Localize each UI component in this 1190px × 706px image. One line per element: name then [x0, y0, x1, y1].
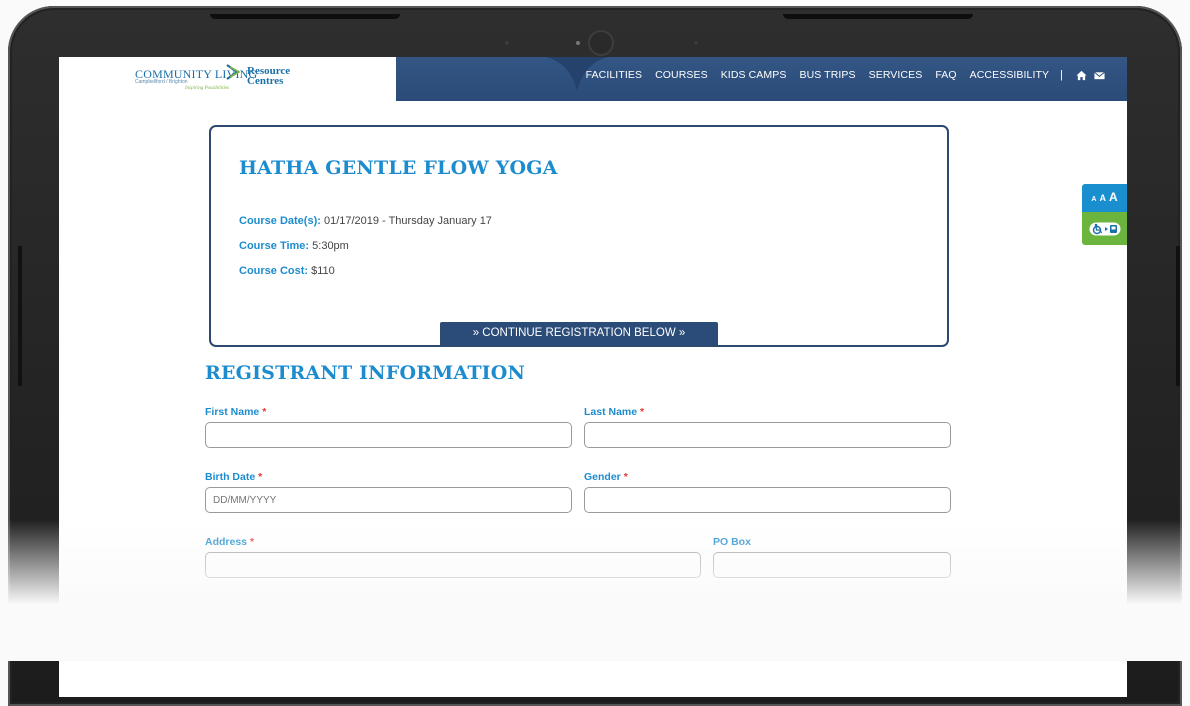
logo-centres-line: Centres [247, 75, 284, 87]
course-date-value: 01/17/2019 - Thursday January 17 [320, 215, 492, 227]
logo-subname: Campbellford / Brighton [135, 79, 188, 85]
text-size-control[interactable]: A A A [1082, 184, 1127, 212]
accessibility-widget: A A A [1082, 184, 1127, 245]
course-cost-label: Course Cost: [239, 265, 309, 277]
home-icon[interactable] [1076, 70, 1087, 81]
gender-input[interactable] [584, 487, 951, 513]
po-box-input[interactable] [713, 552, 951, 578]
logo-tagline: Inspiring Possibilities [185, 86, 230, 91]
bezel-side-button [18, 246, 22, 386]
course-time-value: 5:30pm [309, 240, 349, 252]
nav-item-facilities[interactable]: FACILITIES [586, 69, 642, 81]
birth-date-label-text: Birth Date [205, 471, 256, 483]
text-size-large[interactable]: A [1109, 190, 1118, 204]
camera-icon [588, 30, 614, 56]
browser-screen: COMMUNITY LIVING Campbellford / Brighton… [59, 57, 1127, 697]
gender-label: Gender * [584, 471, 628, 483]
po-box-label: PO Box [713, 536, 751, 548]
course-date-label: Course Date(s): [239, 215, 321, 227]
sensor-dot [505, 41, 509, 45]
birth-date-label: Birth Date * [205, 471, 262, 483]
address-input[interactable] [205, 552, 701, 578]
course-cost: Course Cost: $110 [239, 265, 335, 277]
sensor-dot [576, 41, 580, 45]
nav-item-accessibility[interactable]: ACCESSIBILITY [970, 69, 1050, 81]
first-name-input[interactable] [205, 422, 572, 448]
logo-resource-centres: Resource Centres [247, 66, 290, 87]
required-marker: * [249, 536, 255, 548]
nav-menu: FACILITIES COURSES KIDS CAMPS BUS TRIPS … [586, 69, 1105, 81]
last-name-input[interactable] [584, 422, 951, 448]
registrant-section-title: REGISTRANT INFORMATION [205, 362, 526, 384]
sensor-dot [694, 41, 698, 45]
bezel-notch [210, 14, 400, 19]
gender-label-text: Gender [584, 471, 621, 483]
last-name-label-text: Last Name [584, 406, 638, 418]
nav-separator: | [1060, 69, 1063, 81]
address-label: Address * [205, 536, 254, 548]
course-title: HATHA GENTLE FLOW YOGA [239, 157, 558, 179]
continue-registration-button[interactable]: » CONTINUE REGISTRATION BELOW » [440, 322, 718, 345]
bezel-notch [783, 14, 973, 19]
course-time-label: Course Time: [239, 240, 310, 252]
nav-item-kids-camps[interactable]: KIDS CAMPS [721, 69, 787, 81]
required-marker: * [623, 471, 628, 483]
text-size-small[interactable]: A [1091, 196, 1096, 203]
required-marker: * [258, 471, 263, 483]
course-date: Course Date(s): 01/17/2019 - Thursday Ja… [239, 215, 492, 227]
logo-leaf-icon [226, 64, 241, 80]
text-size-medium[interactable]: A [1099, 193, 1106, 203]
course-cost-value: $110 [308, 265, 335, 277]
bezel-side-button [1176, 246, 1180, 386]
required-marker: * [640, 406, 645, 418]
site-logo[interactable]: COMMUNITY LIVING Campbellford / Brighton… [59, 57, 396, 101]
nav-item-faq[interactable]: FAQ [935, 69, 956, 81]
required-marker: * [262, 406, 267, 418]
nav-item-services[interactable]: SERVICES [869, 69, 923, 81]
first-name-label-text: First Name [205, 406, 260, 418]
po-box-label-text: PO Box [713, 536, 751, 548]
address-label-text: Address [205, 536, 248, 548]
accessibility-toolbar-button[interactable] [1082, 212, 1127, 245]
course-card: HATHA GENTLE FLOW YOGA Course Date(s): 0… [209, 125, 949, 347]
envelope-icon[interactable] [1094, 70, 1105, 81]
birth-date-input[interactable] [205, 487, 572, 513]
first-name-label: First Name * [205, 406, 266, 418]
main-navbar: FACILITIES COURSES KIDS CAMPS BUS TRIPS … [396, 57, 1127, 101]
nav-item-bus-trips[interactable]: BUS TRIPS [799, 69, 855, 81]
last-name-label: Last Name * [584, 406, 644, 418]
nav-item-courses[interactable]: COURSES [655, 69, 708, 81]
course-time: Course Time: 5:30pm [239, 240, 349, 252]
wheelchair-icon [1089, 222, 1120, 235]
